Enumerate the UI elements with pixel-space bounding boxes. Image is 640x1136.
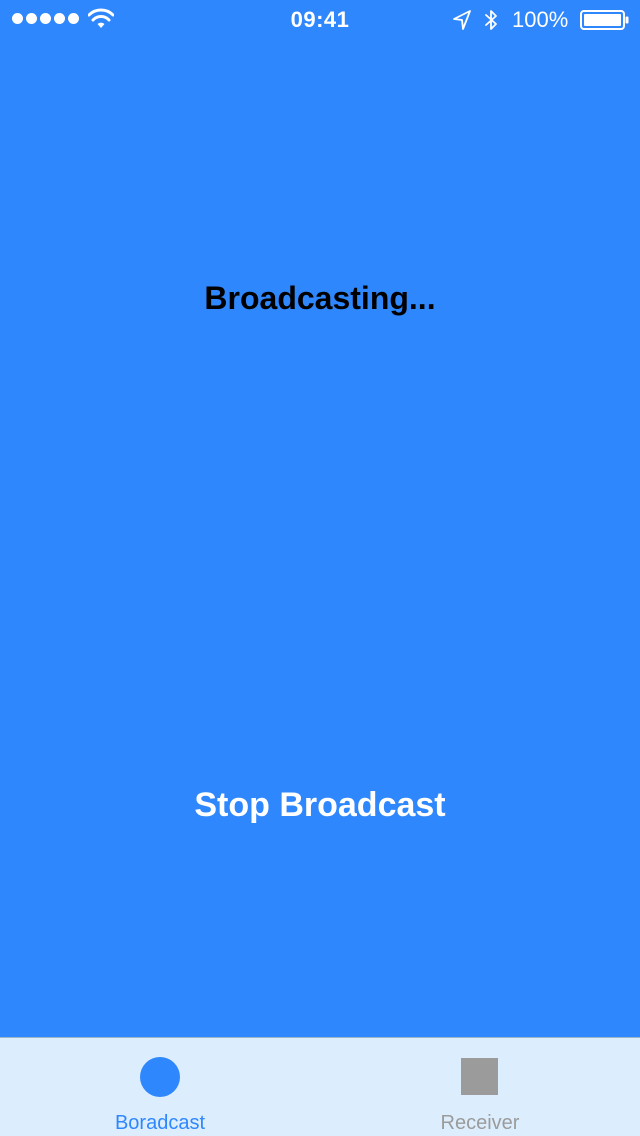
status-bar: 09:41 100% xyxy=(0,0,640,40)
tab-bar: Boradcast Receiver xyxy=(0,1037,640,1136)
battery-icon xyxy=(580,10,629,30)
stop-broadcast-button[interactable]: Stop Broadcast xyxy=(140,780,500,830)
battery-percent: 100% xyxy=(512,7,569,32)
square-icon xyxy=(461,1058,498,1095)
tab-label: Boradcast xyxy=(114,1112,206,1134)
circle-icon xyxy=(140,1057,180,1097)
location-arrow-icon xyxy=(453,10,471,30)
tab-label: Receiver xyxy=(440,1112,520,1134)
tab-receiver[interactable]: Receiver xyxy=(320,1038,640,1136)
tab-broadcast[interactable]: Boradcast xyxy=(0,1038,320,1136)
bluetooth-icon xyxy=(485,10,497,30)
broadcast-status-text: Broadcasting... xyxy=(204,280,436,316)
